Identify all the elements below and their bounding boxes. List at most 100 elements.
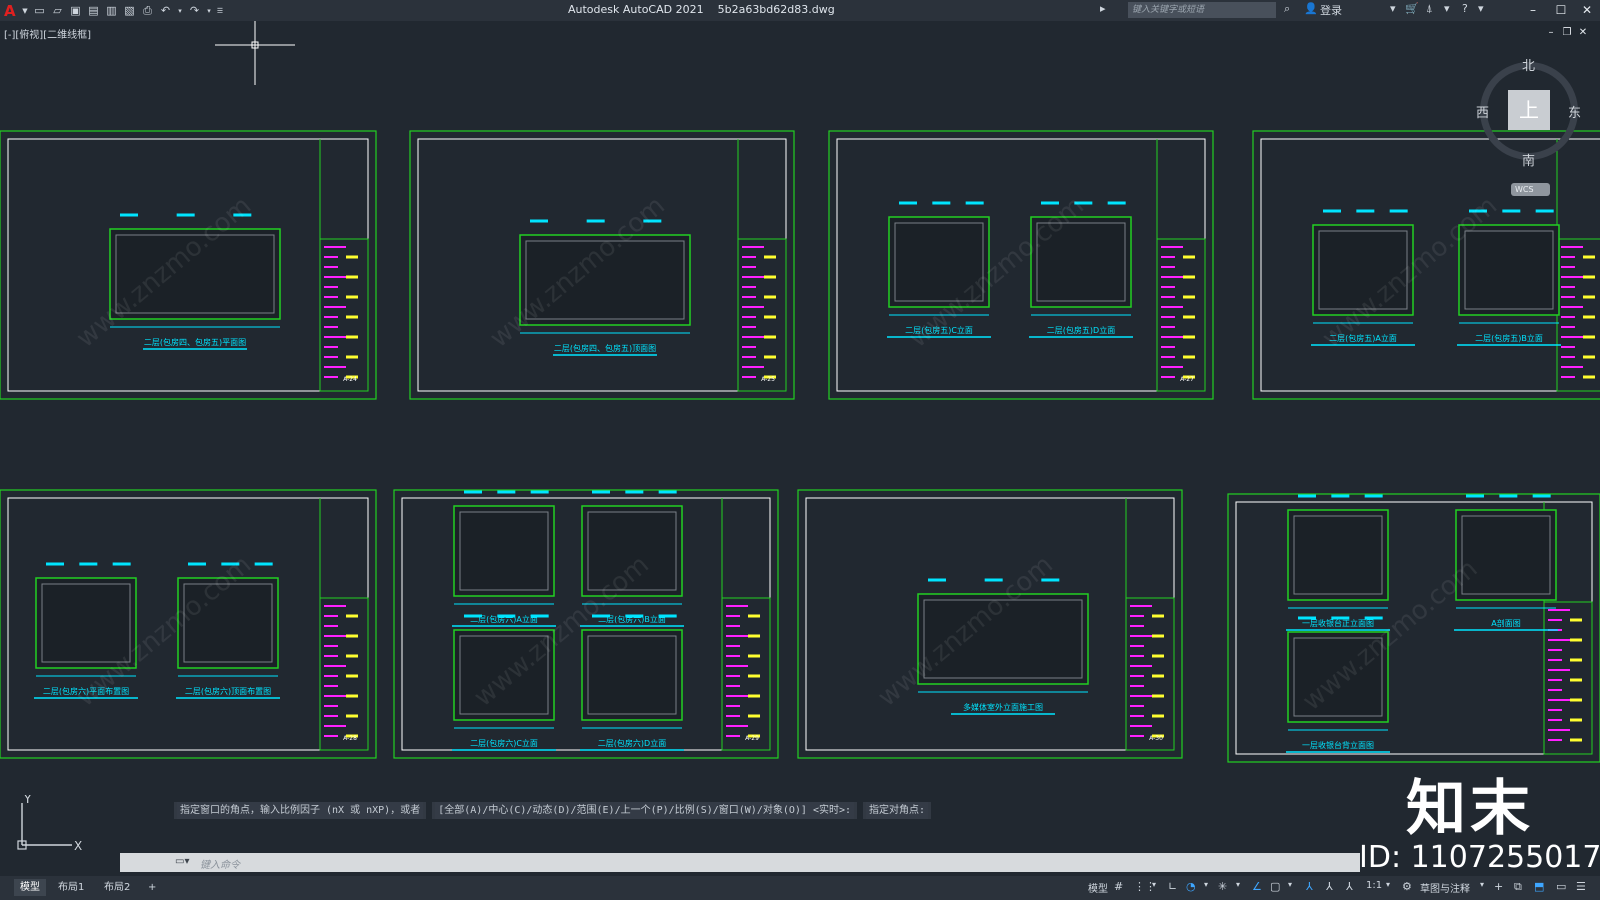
command-history-line: [全部(A)/中心(C)/动态(D)/范围(E)/上一个(P)/比例(S)/窗口…	[435, 802, 855, 819]
drawing-view	[453, 505, 555, 597]
wcs-menu[interactable]: WCS	[1511, 183, 1550, 196]
customization-menu-icon[interactable]: ☰	[1576, 880, 1586, 893]
isodraft-dropdown-icon[interactable]: ▾	[1236, 880, 1240, 889]
print-icon[interactable]: ⎙	[140, 4, 155, 18]
object-snap-tracking-icon[interactable]: ∠	[1252, 880, 1262, 893]
object-snap-dropdown-icon[interactable]: ▾	[1288, 880, 1292, 889]
search-icon[interactable]: ⌕	[1284, 2, 1290, 16]
polar-tracking-icon[interactable]: ◔	[1186, 880, 1196, 893]
view-caption: 二层(包房四、包房五)顶面图	[554, 343, 656, 353]
save-as-icon[interactable]: ▤	[86, 4, 101, 18]
view-caption: 二层(包房四、包房五)平面图	[144, 337, 246, 347]
menu-chevron-icon[interactable]: ▼	[21, 4, 29, 18]
help-dropdown-icon[interactable]: ▾	[1478, 2, 1484, 15]
recent-commands-icon[interactable]: ▭▾	[175, 856, 189, 867]
file-name: 5b2a63bd62d83.dwg	[717, 3, 835, 16]
object-snap-icon[interactable]: ▢	[1270, 880, 1280, 893]
sheet-number: A-25	[761, 376, 775, 383]
drawing-view	[1458, 224, 1560, 316]
drawing-sheet[interactable]: 二层(包房四、包房五)顶面图A-25www.znzmo.com	[409, 130, 795, 400]
title-block	[1125, 597, 1175, 751]
isodraft-icon[interactable]: ✳	[1218, 880, 1227, 893]
app-dropdown-icon[interactable]: ▾	[1444, 2, 1450, 15]
undo-icon[interactable]: ↶	[158, 4, 173, 18]
help-icon[interactable]: ?	[1462, 2, 1468, 15]
annotation-scale-icon[interactable]: ⅄	[1346, 880, 1353, 893]
undo-dropdown-icon[interactable]: ▾	[176, 4, 184, 18]
minimize-icon[interactable]: –	[1524, 1, 1542, 19]
title-block	[737, 238, 787, 392]
save-icon[interactable]: ▣	[68, 4, 83, 18]
drawing-view	[1287, 509, 1389, 601]
tab-model[interactable]: 模型	[14, 879, 46, 896]
sheet-number: A-24	[343, 376, 357, 383]
drawing-sheet[interactable]: 二层(包房六)平面布置图 二层(包房六)顶面布置图A-28www.znzmo.co…	[0, 489, 377, 759]
command-input[interactable]: 键入命令	[200, 856, 240, 871]
title-block	[721, 597, 771, 751]
watermark-id: ID: 1107255017	[1359, 840, 1600, 875]
watermark-brand: 知末	[1406, 774, 1534, 844]
publish-icon[interactable]: ▧	[122, 4, 137, 18]
annotation-monitor-icon[interactable]: +	[1494, 880, 1503, 893]
title-block	[1543, 601, 1593, 755]
snap-dropdown-icon[interactable]: ▾	[1152, 880, 1156, 889]
viewcube-east[interactable]: 东	[1568, 102, 1581, 121]
close-icon[interactable]: ✕	[1578, 1, 1596, 19]
command-line[interactable]	[120, 853, 1360, 872]
autocad-logo[interactable]: A	[4, 2, 18, 20]
command-history: 指定窗口的角点，输入比例因子 (nX 或 nXP)，或者 [全部(A)/中心(C…	[174, 802, 932, 819]
polar-dropdown-icon[interactable]: ▾	[1204, 880, 1208, 889]
tab-layout1[interactable]: 布局1	[52, 879, 90, 896]
title-block	[1556, 238, 1600, 392]
view-caption: 二层(包房五)D立面	[1047, 325, 1115, 335]
viewcube-north[interactable]: 北	[1522, 55, 1535, 74]
scale-dropdown-icon[interactable]: ▾	[1386, 880, 1390, 889]
view-caption: 二层(包房六)C立面	[470, 738, 538, 748]
drawing-sheet[interactable]: 二层(包房四、包房五)平面图A-24www.znzmo.com	[0, 130, 377, 400]
web-save-icon[interactable]: ▥	[104, 4, 119, 18]
viewcube-south[interactable]: 南	[1522, 150, 1535, 169]
new-file-icon[interactable]: ▭	[32, 4, 47, 18]
model-space-toggle[interactable]: 模型	[1088, 880, 1108, 895]
tab-layout2[interactable]: 布局2	[98, 879, 136, 896]
sheet-number: A-27	[1180, 376, 1194, 383]
customize-toolbar-icon[interactable]: ☰	[216, 4, 224, 18]
viewcube-west[interactable]: 西	[1476, 102, 1489, 121]
maximize-icon[interactable]: ☐	[1552, 1, 1570, 19]
sheet-number: A-28	[343, 735, 357, 742]
drawing-view	[581, 629, 683, 721]
tab-add-layout[interactable]: +	[142, 879, 162, 896]
clean-screen-icon[interactable]: ▭	[1556, 880, 1566, 893]
hardware-accel-icon[interactable]: ⬒	[1534, 880, 1544, 893]
autodesk-app-icon[interactable]: ⍋	[1426, 2, 1433, 16]
status-bar	[0, 876, 1600, 900]
drawing-canvas[interactable]: 二层(包房四、包房五)平面图A-24www.znzmo.com 二层(包房四、包房…	[0, 21, 1600, 876]
annotation-visibility-icon[interactable]: ⅄	[1306, 880, 1313, 893]
workspace-gear-icon[interactable]: ⚙	[1402, 880, 1412, 893]
workspace-switch[interactable]: 草图与注释	[1420, 880, 1470, 895]
search-input[interactable]: 键入关键字或短语	[1128, 2, 1276, 18]
ortho-icon[interactable]: ∟	[1168, 880, 1177, 893]
open-folder-icon[interactable]: ▱	[50, 4, 65, 18]
expand-search-icon[interactable]: ▸	[1100, 2, 1106, 15]
login-dropdown-icon[interactable]: ▾	[1390, 2, 1396, 15]
units-icon[interactable]: ⧉	[1514, 880, 1522, 894]
svg-text:Y: Y	[23, 795, 32, 806]
drawing-sheet[interactable]: 多媒体室外立面施工图A-30www.znzmo.com	[797, 489, 1183, 759]
auto-scale-icon[interactable]: ⅄	[1326, 880, 1333, 893]
redo-dropdown-icon[interactable]: ▾	[205, 4, 213, 18]
workspace-dropdown-icon[interactable]: ▾	[1480, 880, 1484, 889]
drawing-sheet[interactable]: 一层收银台正立面图 A剖面图一层收银台背立面图www.znzmo.com	[1227, 493, 1600, 763]
app-title: Autodesk AutoCAD 2021	[568, 3, 704, 16]
login-link[interactable]: 登录	[1320, 2, 1342, 18]
grid-icon[interactable]: #	[1114, 880, 1123, 893]
drawing-sheet[interactable]: 二层(包房五)C立面 二层(包房五)D立面A-27www.znzmo.com	[828, 130, 1214, 400]
user-icon[interactable]: 👤	[1304, 2, 1318, 15]
annotation-scale-value[interactable]: 1:1	[1366, 880, 1382, 891]
redo-icon[interactable]: ↷	[187, 4, 202, 18]
viewcube-top-face[interactable]: 上	[1508, 90, 1550, 130]
cart-icon[interactable]: 🛒	[1405, 2, 1419, 15]
title-block	[319, 597, 369, 751]
drawing-sheet[interactable]: 二层(包房六)A立面 二层(包房六)B立面二层(包房六)C立面 二层(包房六)D立面…	[393, 489, 779, 759]
drawing-sheet[interactable]: 二层(包房五)A立面 二层(包房五)B立面www.znzmo.com	[1252, 130, 1600, 400]
